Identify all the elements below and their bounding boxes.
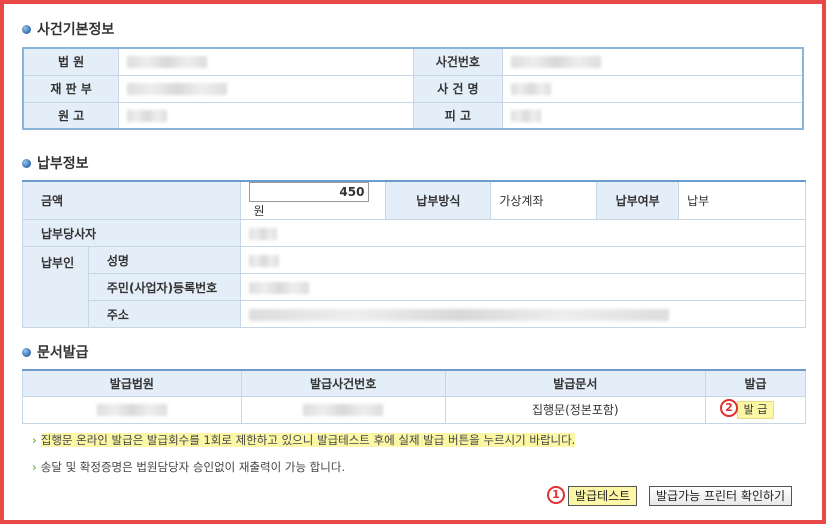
bullet-icon bbox=[22, 24, 31, 34]
issue-court-value bbox=[22, 395, 242, 424]
amount-input[interactable]: 450 bbox=[249, 182, 370, 202]
case-name-value bbox=[502, 74, 804, 103]
payer-party-value bbox=[240, 219, 806, 247]
case-name-label: 사 건 명 bbox=[412, 74, 504, 103]
payment-method-value: 가상계좌 bbox=[490, 180, 598, 220]
header-issue-case-number: 발급사건번호 bbox=[240, 369, 446, 397]
payer-party-label: 납부당사자 bbox=[21, 219, 242, 247]
table-row: 집행문(정본포함) 발 급 bbox=[22, 395, 806, 424]
marker-two: 2 bbox=[720, 399, 738, 417]
payment-status-value: 납부 bbox=[678, 180, 806, 220]
defendant-value bbox=[502, 101, 804, 130]
payment-method-label: 납부방식 bbox=[385, 180, 492, 220]
header-issue-document: 발급문서 bbox=[444, 369, 707, 397]
printer-check-button[interactable]: 발급가능 프린터 확인하기 bbox=[649, 486, 793, 506]
header-issue-court: 발급법원 bbox=[22, 369, 242, 397]
court-value bbox=[118, 47, 414, 76]
defendant-label: 피 고 bbox=[412, 101, 504, 130]
payer-reg-label: 주민(사업자)등록번호 bbox=[87, 273, 242, 301]
payer-name-label: 성명 bbox=[87, 246, 242, 274]
division-value bbox=[118, 74, 414, 103]
section-title-payment-info: 납부정보 bbox=[22, 153, 89, 173]
amount-unit: 원 bbox=[253, 204, 265, 218]
payer-label: 납부인 bbox=[22, 246, 89, 328]
arrow-icon: › bbox=[32, 460, 37, 474]
payer-reg-value bbox=[240, 273, 806, 301]
document-issue-table: 발급법원 발급사건번호 발급문서 발급 집행문(정본포함) 발 급 bbox=[22, 369, 806, 424]
issue-button[interactable]: 발 급 bbox=[736, 400, 775, 419]
marker-one: 1 bbox=[547, 486, 565, 504]
bullet-icon bbox=[22, 347, 31, 357]
arrow-icon: › bbox=[32, 433, 37, 447]
plaintiff-label: 원 고 bbox=[22, 101, 120, 130]
issue-document-value: 집행문(정본포함) bbox=[444, 395, 707, 424]
section-title-document-issue: 문서발급 bbox=[22, 342, 89, 362]
payer-name-value bbox=[240, 246, 806, 274]
section-title-case-info: 사건기본정보 bbox=[22, 19, 114, 39]
payment-status-label: 납부여부 bbox=[596, 180, 680, 220]
bullet-icon bbox=[22, 158, 31, 168]
plaintiff-value bbox=[118, 101, 414, 130]
court-label: 법 원 bbox=[22, 47, 120, 76]
issue-case-number-value bbox=[240, 395, 446, 424]
division-label: 재 판 부 bbox=[22, 74, 120, 103]
amount-label: 금액 bbox=[21, 180, 242, 220]
amount-cell: 450 원 bbox=[240, 180, 387, 220]
issue-test-button[interactable]: 발급테스트 bbox=[568, 486, 638, 506]
payer-address-value bbox=[240, 300, 806, 328]
case-number-label: 사건번호 bbox=[412, 47, 504, 76]
note-reprint: › 송달 및 확정증명은 법원담당자 승인없이 재출력이 가능 합니다. bbox=[32, 460, 346, 474]
payment-info-table: 금액 450 원 납부방식 가상계좌 납부여부 납부 납부당사자 납부인 성명 … bbox=[21, 180, 806, 328]
case-info-table: 법 원 사건번호 재 판 부 사 건 명 원 고 피 고 bbox=[22, 47, 804, 130]
payer-address-label: 주소 bbox=[87, 300, 242, 328]
case-number-value bbox=[502, 47, 804, 76]
header-issue: 발급 bbox=[705, 369, 806, 397]
note-issue-limit: › 집행문 온라인 발급은 발급회수를 1회로 제한하고 있으니 발급테스트 후에… bbox=[32, 433, 576, 447]
